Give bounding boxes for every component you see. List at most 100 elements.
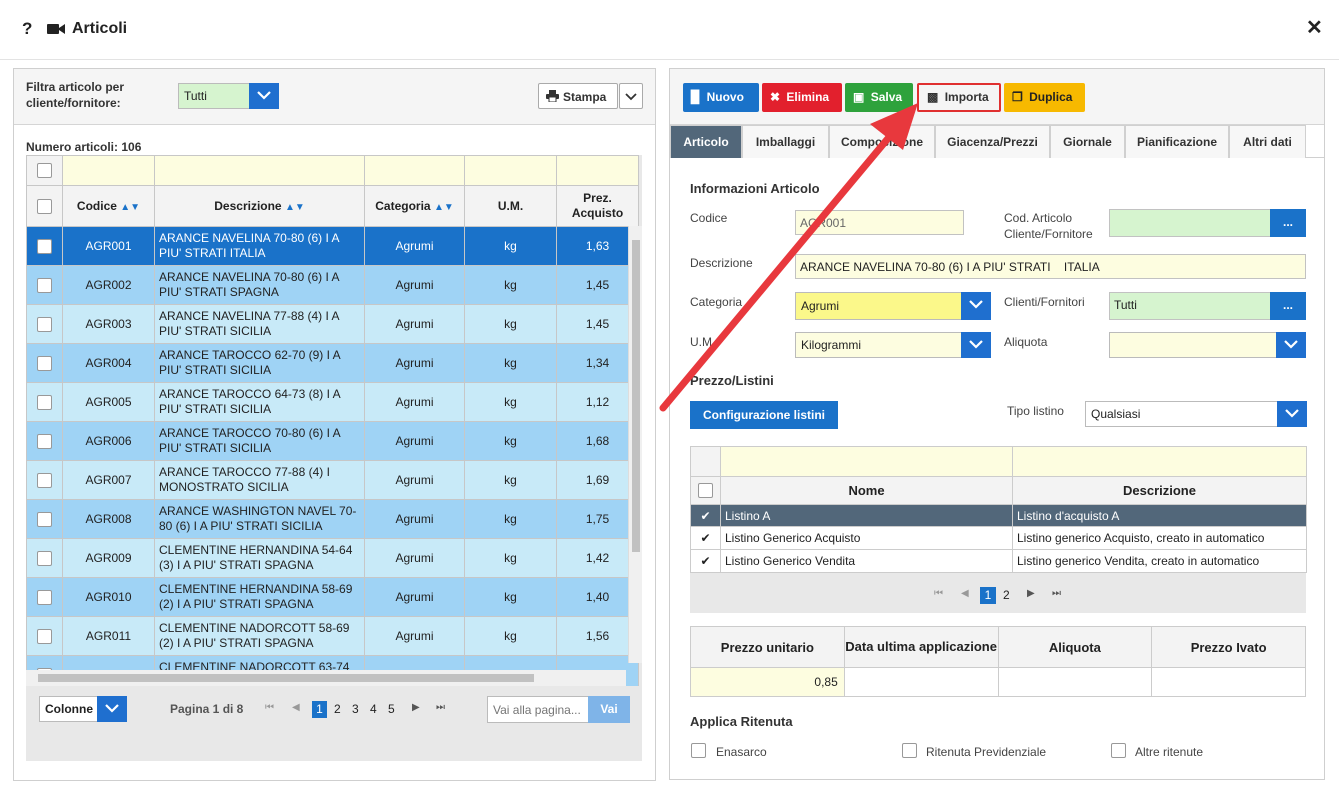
chevron-down-icon[interactable] (1277, 401, 1307, 427)
tipo-listino-select[interactable]: Qualsiasi (1085, 401, 1307, 427)
tab-imballaggi[interactable]: Imballaggi (742, 125, 829, 158)
price-unitario-cell[interactable]: 0,85 (690, 667, 845, 697)
duplicate-button[interactable]: ❐ Duplica (1004, 83, 1085, 112)
import-button[interactable]: ▩ Importa (917, 83, 1001, 112)
table-row[interactable]: AGR010 CLEMENTINE HERNANDINA 58-69 (2) I … (26, 577, 639, 617)
tab-giacenza-prezzi[interactable]: Giacenza/Prezzi (935, 125, 1050, 158)
new-button[interactable]: ▉ Nuovo (683, 83, 759, 112)
print-options-button[interactable] (619, 83, 643, 109)
listini-filter-cell[interactable] (1012, 446, 1307, 477)
table-row[interactable]: AGR004 ARANCE TAROCCO 62-70 (9) I A PIU' … (26, 343, 639, 383)
tab-pianificazione[interactable]: Pianificazione (1125, 125, 1229, 158)
desc-field[interactable]: ARANCE NAVELINA 70-80 (6) I A PIU' STRAT… (795, 254, 1306, 279)
table-row[interactable]: AGR006 ARANCE TAROCCO 70-80 (6) I A PIU' … (26, 421, 639, 461)
tab-altri-dati[interactable]: Altri dati (1229, 125, 1306, 158)
close-icon[interactable]: ✕ (1306, 15, 1323, 40)
chevron-down-icon[interactable] (961, 332, 991, 358)
column-header-codice[interactable]: Codice ▲▼ (62, 185, 155, 227)
code-field[interactable]: AGR001 (795, 210, 964, 235)
clienti-lookup-button[interactable]: ... (1270, 292, 1306, 320)
ritenuta-previdenziale-checkbox[interactable] (902, 743, 917, 758)
row-checkbox[interactable] (37, 355, 52, 371)
filter-select[interactable]: Tutti (178, 83, 279, 109)
altre-ritenute-checkbox[interactable] (1111, 743, 1126, 758)
chevron-down-icon[interactable] (249, 83, 279, 109)
column-header-categoria[interactable]: Categoria ▲▼ (364, 185, 465, 227)
goto-page-input[interactable] (487, 696, 589, 723)
columns-select[interactable]: Colonne (39, 696, 127, 722)
column-header-um[interactable]: U.M. (464, 185, 557, 227)
page-3[interactable]: 3 (352, 702, 359, 716)
print-button[interactable]: Stampa (538, 83, 618, 109)
config-listini-button[interactable]: Configurazione listini (690, 401, 838, 429)
table-row[interactable]: AGR002 ARANCE NAVELINA 70-80 (6) I A PIU'… (26, 265, 639, 305)
next-page-icon[interactable]: ▶ (1027, 588, 1035, 599)
tab-giornale[interactable]: Giornale (1050, 125, 1125, 158)
table-row[interactable]: AGR003 ARANCE NAVELINA 77-88 (4) I A PIU'… (26, 304, 639, 344)
table-row[interactable]: AGR005 ARANCE TAROCCO 64-73 (8) I A PIU' … (26, 382, 639, 422)
price-aliquota-cell[interactable] (997, 667, 1153, 697)
column-header-prezzo[interactable]: Prez. Acquisto (556, 185, 639, 227)
row-checkbox[interactable] (37, 589, 52, 605)
price-data-cell[interactable] (843, 667, 999, 697)
row-checkbox[interactable] (37, 394, 52, 410)
video-camera-icon[interactable] (47, 22, 65, 39)
filter-cell[interactable] (464, 155, 557, 186)
cod-cliente-lookup-button[interactable]: ... (1270, 209, 1306, 237)
table-row[interactable]: AGR001 ARANCE NAVELINA 70-80 (6) I A PIU'… (26, 226, 639, 266)
prev-page-icon[interactable]: ◀ (961, 588, 969, 599)
vertical-scrollbar[interactable] (628, 226, 642, 663)
next-page-icon[interactable]: ▶ (412, 702, 420, 713)
um-select[interactable]: Kilogrammi (795, 332, 991, 358)
save-button[interactable]: ▣ Salva (845, 83, 913, 112)
delete-button[interactable]: ✖ Elimina (762, 83, 842, 112)
last-page-icon[interactable]: ⏭ (1052, 588, 1061, 599)
tab-composizione[interactable]: Composizione (829, 125, 935, 158)
scrollbar-thumb[interactable] (632, 240, 640, 552)
listini-header-descrizione[interactable]: Descrizione (1012, 476, 1307, 505)
table-row[interactable]: AGR008 ARANCE WASHINGTON NAVEL 70-80 (6) … (26, 499, 639, 539)
page-4[interactable]: 4 (370, 702, 377, 716)
first-page-icon[interactable]: ⏮ (934, 588, 943, 599)
listini-page-1[interactable]: 1 (980, 587, 996, 604)
page-5[interactable]: 5 (388, 702, 395, 716)
aliquota-select[interactable] (1109, 332, 1306, 358)
row-checkbox[interactable] (37, 433, 52, 449)
listini-row[interactable]: ✔ Listino A Listino d'acquisto A (690, 504, 1307, 527)
row-checkbox[interactable] (37, 550, 52, 566)
page-1[interactable]: 1 (312, 701, 327, 718)
listini-row[interactable]: ✔ Listino Generico Vendita Listino gener… (690, 549, 1307, 573)
table-row[interactable]: AGR011 CLEMENTINE NADORCOTT 58-69 (2) I A… (26, 616, 639, 656)
listini-select-all-checkbox[interactable] (698, 483, 713, 499)
horizontal-scrollbar[interactable] (26, 670, 626, 686)
last-page-icon[interactable]: ⏭ (436, 702, 445, 713)
help-icon[interactable]: ? (22, 19, 32, 39)
filter-checkbox[interactable] (37, 163, 52, 179)
category-select[interactable]: Agrumi (795, 292, 991, 320)
chevron-down-icon[interactable] (961, 292, 991, 320)
listini-row[interactable]: ✔ Listino Generico Acquisto Listino gene… (690, 526, 1307, 550)
table-row[interactable]: AGR009 CLEMENTINE HERNANDINA 54-64 (3) I … (26, 538, 639, 578)
scrollbar-thumb[interactable] (38, 674, 534, 682)
tab-articolo[interactable]: Articolo (670, 125, 742, 158)
enasarco-checkbox[interactable] (691, 743, 706, 758)
column-header-descrizione[interactable]: Descrizione ▲▼ (154, 185, 365, 227)
filter-cell[interactable] (556, 155, 639, 186)
listini-header-nome[interactable]: Nome (720, 476, 1013, 505)
row-checkbox[interactable] (37, 511, 52, 527)
row-checkbox[interactable] (37, 238, 52, 254)
select-all-checkbox[interactable] (37, 198, 52, 214)
chevron-down-icon[interactable] (1276, 332, 1306, 358)
row-checkbox[interactable] (37, 628, 52, 644)
row-checkbox[interactable] (37, 472, 52, 488)
filter-cell[interactable] (62, 155, 155, 186)
listini-filter-cell[interactable] (720, 446, 1013, 477)
filter-cell[interactable] (364, 155, 465, 186)
listini-page-2[interactable]: 2 (1003, 588, 1010, 602)
chevron-down-icon[interactable] (97, 696, 127, 722)
price-ivato-cell[interactable] (1151, 667, 1306, 697)
prev-page-icon[interactable]: ◀ (292, 702, 300, 713)
first-page-icon[interactable]: ⏮ (265, 702, 274, 713)
goto-page-button[interactable]: Vai (588, 696, 630, 723)
table-row[interactable]: AGR007 ARANCE TAROCCO 77-88 (4) I MONOSTR… (26, 460, 639, 500)
